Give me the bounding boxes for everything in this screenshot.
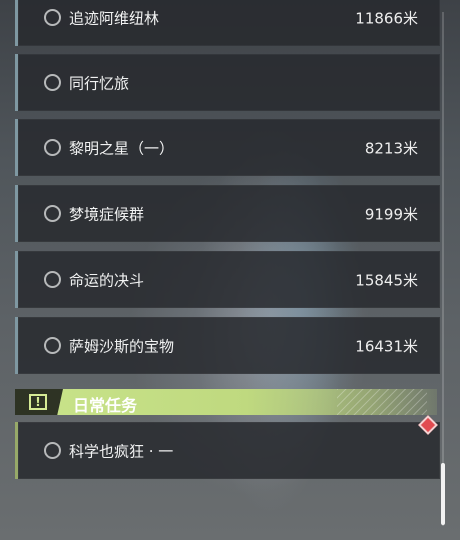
radio-circle-icon[interactable] bbox=[44, 9, 61, 26]
daily-section-header: ! 日常任务 bbox=[15, 389, 437, 415]
radio-circle-icon[interactable] bbox=[44, 442, 61, 459]
quest-item-main[interactable]: 梦境症候群 9199米 bbox=[15, 185, 440, 242]
quest-distance: 11866米 bbox=[355, 9, 418, 27]
quest-name: 科学也疯狂 · 一 bbox=[69, 442, 174, 460]
section-badge: ! bbox=[15, 389, 63, 415]
quest-distance: 9199米 bbox=[364, 205, 418, 223]
quest-item-main[interactable]: 同行忆旅 bbox=[15, 54, 440, 111]
exclamation-icon: ! bbox=[29, 394, 47, 410]
quest-name: 同行忆旅 bbox=[69, 74, 130, 92]
quest-item-main[interactable]: 萨姆沙斯的宝物 16431米 bbox=[15, 317, 440, 374]
quest-item-main[interactable]: 追迹阿维纽林 11866米 bbox=[15, 0, 440, 46]
scrollbar-track[interactable] bbox=[442, 12, 444, 526]
radio-circle-icon[interactable] bbox=[44, 205, 61, 222]
decorative-pattern bbox=[337, 389, 427, 415]
quest-name: 黎明之星（一） bbox=[69, 139, 175, 157]
quest-distance: 15845米 bbox=[355, 271, 418, 289]
radio-circle-icon[interactable] bbox=[44, 337, 61, 354]
quest-name: 追迹阿维纽林 bbox=[69, 9, 160, 27]
radio-circle-icon[interactable] bbox=[44, 271, 61, 288]
quest-item-main[interactable]: 黎明之星（一） 8213米 bbox=[15, 119, 440, 176]
scrollbar-thumb[interactable] bbox=[441, 463, 445, 525]
quest-name: 梦境症候群 bbox=[69, 205, 145, 223]
radio-circle-icon[interactable] bbox=[44, 139, 61, 156]
section-title: 日常任务 bbox=[73, 396, 138, 415]
radio-circle-icon[interactable] bbox=[44, 74, 61, 91]
quest-item-main[interactable]: 命运的决斗 15845米 bbox=[15, 251, 440, 308]
quest-item-daily[interactable]: 科学也疯狂 · 一 bbox=[15, 422, 440, 479]
quest-distance: 16431米 bbox=[355, 337, 418, 355]
quest-name: 命运的决斗 bbox=[69, 271, 145, 289]
quest-distance: 8213米 bbox=[364, 139, 418, 157]
quest-list: 追迹阿维纽林 11866米 同行忆旅 黎明之星（一） 8213米 梦境症候群 9… bbox=[0, 0, 460, 540]
quest-name: 萨姆沙斯的宝物 bbox=[69, 337, 175, 355]
